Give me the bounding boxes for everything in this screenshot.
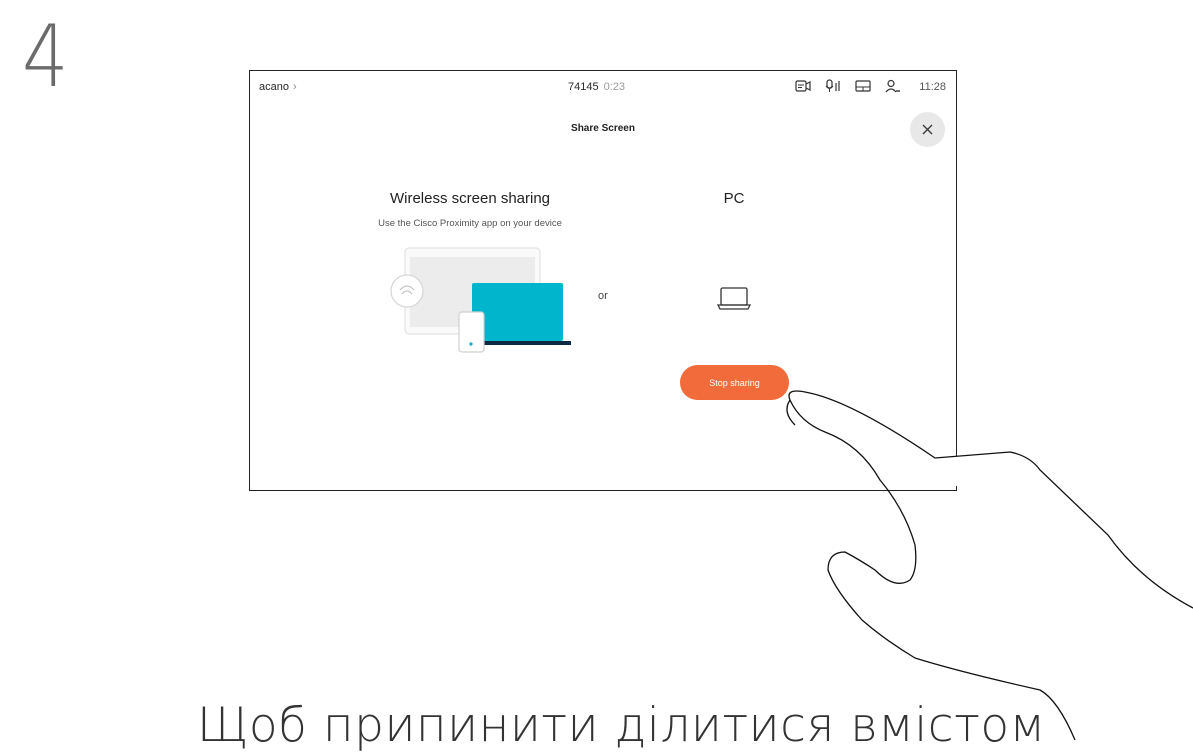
wireless-subtext: Use the Cisco Proximity app on your devi… <box>378 218 562 229</box>
or-label: or <box>598 290 608 302</box>
call-timer: 0:23 <box>603 81 626 93</box>
panel-title: Share Screen <box>571 123 635 134</box>
instruction-caption: Щоб припинити ділитися вмістом <box>197 698 1046 753</box>
clock: 11:28 <box>919 81 946 93</box>
display-icon[interactable] <box>855 79 871 93</box>
laptop-icon[interactable] <box>716 284 752 312</box>
chevron-right-icon: › <box>292 81 297 93</box>
breadcrumb[interactable]: acano › <box>259 81 297 93</box>
call-info: 74145 0:23 <box>568 81 625 93</box>
microphone-icon[interactable] <box>825 79 841 93</box>
close-icon <box>922 124 933 135</box>
call-number: 74145 <box>568 81 599 93</box>
stop-sharing-button[interactable]: Stop sharing <box>680 365 789 400</box>
status-icons <box>795 79 901 93</box>
touch-panel-screen: acano › 74145 0:23 11:28 Share Screen Wire… <box>249 70 957 491</box>
pc-heading: PC <box>723 190 745 207</box>
step-number: 4 <box>22 7 69 107</box>
breadcrumb-label: acano <box>259 81 289 93</box>
participants-icon[interactable] <box>885 79 901 93</box>
wireless-heading: Wireless screen sharing <box>389 190 551 207</box>
wireless-sharing-illustration <box>390 247 571 353</box>
close-button[interactable] <box>910 112 945 147</box>
status-bar: acano › 74145 0:23 11:28 <box>250 71 956 105</box>
camera-icon[interactable] <box>795 79 811 93</box>
